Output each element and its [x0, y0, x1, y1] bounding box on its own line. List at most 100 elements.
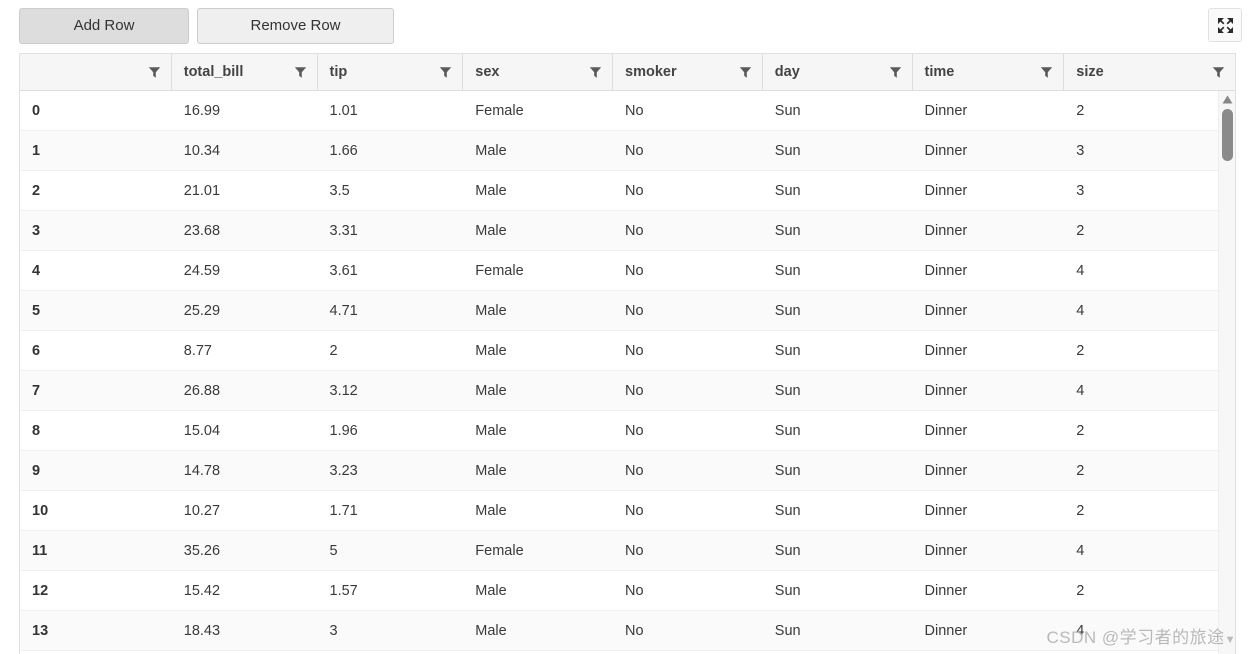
- table-cell-time[interactable]: Dinner: [913, 131, 1065, 171]
- table-row[interactable]: 7 26.88 3.12 Male No Sun Dinner 4: [20, 371, 1235, 411]
- table-cell-day[interactable]: Sun: [763, 451, 913, 491]
- filter-funnel-icon[interactable]: [889, 66, 902, 79]
- table-cell-sex[interactable]: Female: [463, 91, 613, 131]
- table-cell-day[interactable]: Sun: [763, 531, 913, 571]
- table-cell-size[interactable]: 3: [1064, 131, 1235, 171]
- table-cell-size[interactable]: 4: [1064, 371, 1235, 411]
- table-cell-size[interactable]: 4: [1064, 291, 1235, 331]
- table-cell-time[interactable]: Dinner: [913, 491, 1065, 531]
- table-cell-total_bill[interactable]: 18.43: [172, 611, 318, 651]
- vertical-scroll-thumb[interactable]: [1222, 109, 1233, 161]
- table-cell-time[interactable]: Dinner: [913, 211, 1065, 251]
- table-row[interactable]: 6 8.77 2 Male No Sun Dinner 2: [20, 331, 1235, 371]
- table-cell-time[interactable]: Dinner: [913, 171, 1065, 211]
- column-header-time[interactable]: time: [913, 54, 1065, 90]
- table-row[interactable]: 0 16.99 1.01 Female No Sun Dinner 2: [20, 91, 1235, 131]
- table-row[interactable]: 13 18.43 3 Male No Sun Dinner 4: [20, 611, 1235, 651]
- column-header-size[interactable]: size: [1064, 54, 1235, 90]
- table-cell-tip[interactable]: 4.71: [318, 291, 464, 331]
- filter-funnel-icon[interactable]: [1040, 66, 1053, 79]
- fullscreen-button[interactable]: [1208, 8, 1242, 42]
- table-cell-total_bill[interactable]: 21.01: [172, 171, 318, 211]
- table-cell-tip[interactable]: 3.5: [318, 171, 464, 211]
- table-cell-time[interactable]: Dinner: [913, 411, 1065, 451]
- scroll-up-button[interactable]: [1219, 93, 1235, 105]
- column-header-smoker[interactable]: smoker: [613, 54, 763, 90]
- table-cell-smoker[interactable]: No: [613, 371, 763, 411]
- table-cell-tip[interactable]: 2: [318, 331, 464, 371]
- table-cell-smoker[interactable]: No: [613, 131, 763, 171]
- table-cell-day[interactable]: Sun: [763, 411, 913, 451]
- table-cell-sex[interactable]: Male: [463, 451, 613, 491]
- table-cell-index[interactable]: 5: [20, 291, 172, 331]
- table-cell-size[interactable]: 2: [1064, 571, 1235, 611]
- table-cell-size[interactable]: 2: [1064, 91, 1235, 131]
- table-cell-smoker[interactable]: No: [613, 171, 763, 211]
- table-cell-total_bill[interactable]: 16.99: [172, 91, 318, 131]
- table-row[interactable]: 10 10.27 1.71 Male No Sun Dinner 2: [20, 491, 1235, 531]
- table-cell-sex[interactable]: Male: [463, 131, 613, 171]
- table-cell-tip[interactable]: 3.12: [318, 371, 464, 411]
- table-cell-total_bill[interactable]: 35.26: [172, 531, 318, 571]
- table-row[interactable]: 2 21.01 3.5 Male No Sun Dinner 3: [20, 171, 1235, 211]
- table-cell-index[interactable]: 8: [20, 411, 172, 451]
- table-cell-index[interactable]: 13: [20, 611, 172, 651]
- table-cell-tip[interactable]: 1.66: [318, 131, 464, 171]
- table-cell-sex[interactable]: Male: [463, 371, 613, 411]
- column-header-index[interactable]: [20, 54, 172, 90]
- table-cell-smoker[interactable]: No: [613, 491, 763, 531]
- table-cell-sex[interactable]: Male: [463, 571, 613, 611]
- table-cell-size[interactable]: 2: [1064, 451, 1235, 491]
- table-cell-size[interactable]: 2: [1064, 331, 1235, 371]
- table-cell-total_bill[interactable]: 10.27: [172, 491, 318, 531]
- table-cell-time[interactable]: Dinner: [913, 611, 1065, 651]
- table-cell-sex[interactable]: Female: [463, 531, 613, 571]
- table-cell-sex[interactable]: Male: [463, 291, 613, 331]
- table-cell-index[interactable]: 0: [20, 91, 172, 131]
- table-cell-day[interactable]: Sun: [763, 211, 913, 251]
- table-cell-tip[interactable]: 1.96: [318, 411, 464, 451]
- column-header-sex[interactable]: sex: [463, 54, 614, 90]
- table-cell-index[interactable]: 9: [20, 451, 172, 491]
- table-cell-size[interactable]: 2: [1064, 491, 1235, 531]
- table-cell-smoker[interactable]: No: [613, 291, 763, 331]
- table-cell-size[interactable]: 2: [1064, 411, 1235, 451]
- table-cell-time[interactable]: Dinner: [913, 251, 1065, 291]
- table-cell-day[interactable]: Sun: [763, 291, 913, 331]
- table-cell-index[interactable]: 7: [20, 371, 172, 411]
- table-cell-smoker[interactable]: No: [613, 531, 763, 571]
- table-cell-day[interactable]: Sun: [763, 611, 913, 651]
- table-cell-tip[interactable]: 1.01: [318, 91, 464, 131]
- table-cell-smoker[interactable]: No: [613, 331, 763, 371]
- filter-funnel-icon[interactable]: [148, 66, 161, 79]
- table-cell-sex[interactable]: Male: [463, 331, 613, 371]
- table-cell-smoker[interactable]: No: [613, 411, 763, 451]
- vertical-scrollbar[interactable]: [1218, 91, 1235, 654]
- table-cell-index[interactable]: 2: [20, 171, 172, 211]
- table-cell-total_bill[interactable]: 26.88: [172, 371, 318, 411]
- table-cell-index[interactable]: 4: [20, 251, 172, 291]
- remove-row-button[interactable]: Remove Row: [197, 8, 394, 44]
- filter-funnel-icon[interactable]: [589, 66, 602, 79]
- table-cell-time[interactable]: Dinner: [913, 451, 1065, 491]
- table-cell-total_bill[interactable]: 8.77: [172, 331, 318, 371]
- column-header-tip[interactable]: tip: [318, 54, 464, 90]
- table-cell-size[interactable]: 3: [1064, 171, 1235, 211]
- table-cell-sex[interactable]: Male: [463, 611, 613, 651]
- table-row[interactable]: 5 25.29 4.71 Male No Sun Dinner 4: [20, 291, 1235, 331]
- table-cell-index[interactable]: 10: [20, 491, 172, 531]
- table-cell-day[interactable]: Sun: [763, 251, 913, 291]
- table-row[interactable]: 4 24.59 3.61 Female No Sun Dinner 4: [20, 251, 1235, 291]
- table-cell-smoker[interactable]: No: [613, 91, 763, 131]
- table-cell-day[interactable]: Sun: [763, 371, 913, 411]
- table-cell-index[interactable]: 11: [20, 531, 172, 571]
- table-cell-sex[interactable]: Male: [463, 491, 613, 531]
- table-cell-total_bill[interactable]: 25.29: [172, 291, 318, 331]
- table-cell-day[interactable]: Sun: [763, 131, 913, 171]
- table-cell-smoker[interactable]: No: [613, 571, 763, 611]
- table-cell-total_bill[interactable]: 24.59: [172, 251, 318, 291]
- add-row-button[interactable]: Add Row: [19, 8, 189, 44]
- table-cell-size[interactable]: 4: [1064, 611, 1235, 651]
- table-cell-smoker[interactable]: No: [613, 451, 763, 491]
- table-cell-time[interactable]: Dinner: [913, 291, 1065, 331]
